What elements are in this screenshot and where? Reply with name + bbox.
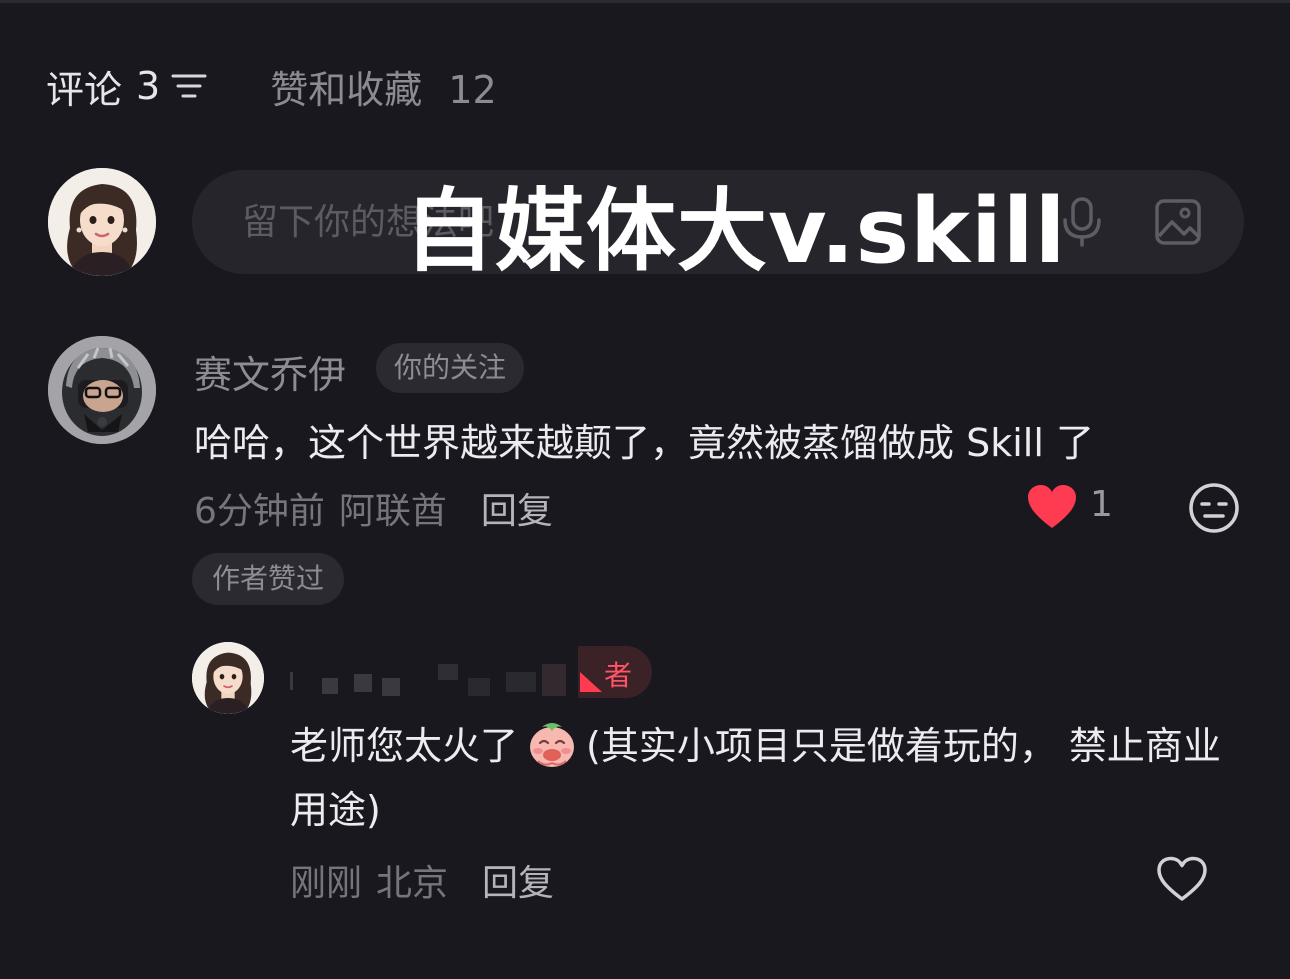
reply-button[interactable]: 回复 (481, 482, 553, 534)
heart-filled-icon[interactable] (1026, 484, 1078, 530)
author-badge-marker (580, 672, 602, 692)
reply-text: 老师您太火了 (其实小项目只是做着玩的， 禁止商业用途) (290, 714, 1230, 842)
comment-location: 阿联酋 (338, 491, 447, 532)
author-badge-label: 者 (604, 659, 633, 692)
tab-likes-and-favorites[interactable]: 赞和收藏 12 (270, 59, 496, 114)
smiling-face-emoji-icon (530, 723, 575, 767)
reply-meta: 刚刚 北京 回复 (290, 854, 554, 906)
comment-text: 哈哈，这个世界越来越颠了，竟然被蒸馏做成 Skill 了 (194, 421, 1094, 465)
following-badge: 你的关注 (376, 343, 525, 393)
image-icon[interactable] (1154, 198, 1202, 246)
tab-likes-label: 赞和收藏 (270, 67, 423, 112)
commenter-avatar[interactable] (48, 336, 156, 444)
sort-icon[interactable] (170, 71, 208, 101)
reply-text-part1: 老师您太火了 (290, 724, 519, 768)
dislike-face-icon[interactable] (1188, 482, 1240, 534)
author-liked-badge: 作者赞过 (192, 553, 345, 605)
tab-comments[interactable]: 评论 3 (46, 59, 208, 114)
commenter-name[interactable]: 赛文乔伊 (194, 344, 346, 399)
tab-likes-count: 12 (448, 67, 497, 112)
reply-to-reply-button[interactable]: 回复 (482, 854, 554, 906)
tab-comments-count: 3 (136, 64, 161, 108)
heart-outline-icon[interactable] (1156, 856, 1208, 902)
reply-location: 北京 (376, 863, 449, 904)
tab-comments-label: 评论 (46, 67, 123, 112)
comment-meta: 6分钟前 阿联酋 回复 (194, 482, 553, 534)
reply-author-avatar[interactable] (192, 642, 264, 714)
reply-author-name-redacted (288, 664, 578, 698)
author-badge: 者 (578, 646, 652, 698)
my-avatar[interactable] (48, 168, 156, 276)
comment-time: 6分钟前 (194, 491, 325, 532)
comment-like-count: 1 (1090, 484, 1113, 525)
comment-tabs: 评论 3 赞和收藏 12 (46, 56, 497, 116)
watermark-overlay-text: 自媒体大v.skill (404, 179, 1067, 284)
reply-time: 刚刚 (290, 863, 363, 904)
top-divider (0, 0, 1290, 3)
